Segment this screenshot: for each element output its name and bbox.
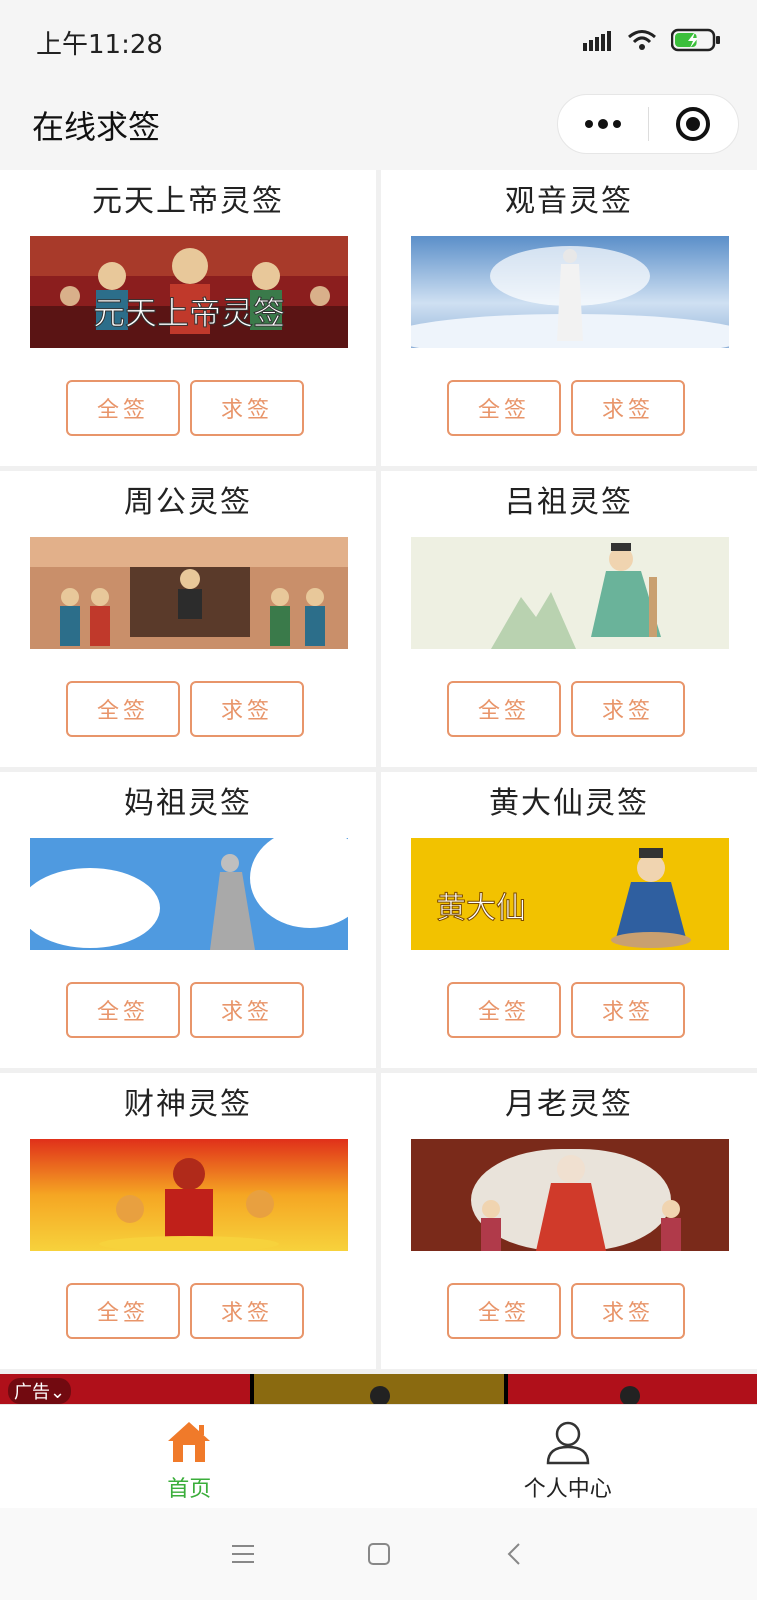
home-square-icon[interactable] (366, 1541, 392, 1567)
page-title: 在线求签 (32, 108, 161, 146)
card-guanyin: 观音灵签 全签 求签 (381, 170, 757, 466)
all-signs-button[interactable]: 全签 (447, 681, 561, 737)
tab-profile[interactable]: 个人中心 (379, 1405, 757, 1508)
tab-profile-label: 个人中心 (523, 1477, 612, 1502)
image-caption: 黄大仙 (436, 891, 526, 926)
user-icon (546, 1421, 590, 1465)
card-title: 黄大仙灵签 (489, 786, 649, 821)
card-huangdaxian: 黄大仙灵签 黄大仙 全签 求签 (381, 772, 757, 1068)
card-image-guanyin (411, 236, 729, 348)
card-image-yuantian: 元天上帝灵签 (30, 236, 348, 348)
draw-sign-button[interactable]: 求签 (190, 681, 304, 737)
card-image-zhougong (30, 537, 348, 649)
status-bar: 上午11:28 (0, 0, 757, 80)
target-close-icon (676, 107, 711, 141)
more-button[interactable] (558, 95, 648, 153)
card-caishen: 财神灵签 全签 求签 (0, 1073, 376, 1369)
card-yuelao: 月老灵签 全签 求签 (381, 1073, 757, 1369)
card-lvzu: 吕祖灵签 全签 求签 (381, 471, 757, 767)
back-icon[interactable] (502, 1541, 528, 1567)
system-navigation-bar (0, 1508, 757, 1600)
signal-icon (583, 31, 611, 51)
mini-program-capsule (557, 94, 739, 154)
draw-sign-button[interactable]: 求签 (190, 982, 304, 1038)
wifi-icon (628, 30, 656, 50)
card-title: 财神灵签 (124, 1087, 252, 1122)
card-title: 月老灵签 (505, 1087, 633, 1122)
navigation-bar: 在线求签 (0, 80, 757, 170)
all-signs-button[interactable]: 全签 (66, 380, 180, 436)
all-signs-button[interactable]: 全签 (66, 1283, 180, 1339)
card-title: 妈祖灵签 (124, 786, 252, 821)
status-icons (583, 28, 721, 52)
card-yuantian: 元天上帝灵签 元天上帝灵签 全签 求签 (0, 170, 376, 466)
card-mazu: 妈祖灵签 全签 求签 (0, 772, 376, 1068)
draw-sign-button[interactable]: 求签 (190, 380, 304, 436)
ad-label[interactable]: 广告⌄ (8, 1378, 72, 1404)
all-signs-button[interactable]: 全签 (66, 982, 180, 1038)
card-title: 元天上帝灵签 (92, 184, 284, 219)
tab-home-label: 首页 (167, 1477, 212, 1502)
card-title: 观音灵签 (505, 184, 633, 219)
more-dots-icon (584, 119, 621, 129)
ad-image (0, 1374, 757, 1404)
chevron-down-icon: ⌄ (50, 1382, 66, 1403)
image-caption: 元天上帝灵签 (93, 294, 285, 332)
bottom-tab-bar: 首页 个人中心 (0, 1404, 757, 1508)
all-signs-button[interactable]: 全签 (66, 681, 180, 737)
all-signs-button[interactable]: 全签 (447, 982, 561, 1038)
draw-sign-button[interactable]: 求签 (571, 982, 685, 1038)
all-signs-button[interactable]: 全签 (447, 380, 561, 436)
draw-sign-button[interactable]: 求签 (190, 1283, 304, 1339)
close-mini-program-button[interactable] (649, 95, 739, 153)
draw-sign-button[interactable]: 求签 (571, 681, 685, 737)
draw-sign-button[interactable]: 求签 (571, 380, 685, 436)
card-image-mazu (30, 838, 348, 950)
tab-home[interactable]: 首页 (0, 1405, 379, 1508)
ad-label-text: 广告 (14, 1382, 50, 1403)
card-image-huangdaxian: 黄大仙 (411, 838, 729, 950)
all-signs-button[interactable]: 全签 (447, 1283, 561, 1339)
card-image-yuelao (411, 1139, 729, 1251)
card-zhougong: 周公灵签 全签 求签 (0, 471, 376, 767)
card-title: 周公灵签 (124, 485, 252, 520)
status-time: 上午11:28 (36, 30, 163, 60)
card-image-caishen (30, 1139, 348, 1251)
ad-banner[interactable]: 广告⌄ (0, 1374, 757, 1404)
card-title: 吕祖灵签 (505, 485, 633, 520)
card-image-lvzu (411, 537, 729, 649)
draw-sign-button[interactable]: 求签 (571, 1283, 685, 1339)
battery-icon (671, 28, 720, 52)
home-icon (168, 1422, 211, 1462)
menu-icon[interactable] (230, 1543, 256, 1565)
